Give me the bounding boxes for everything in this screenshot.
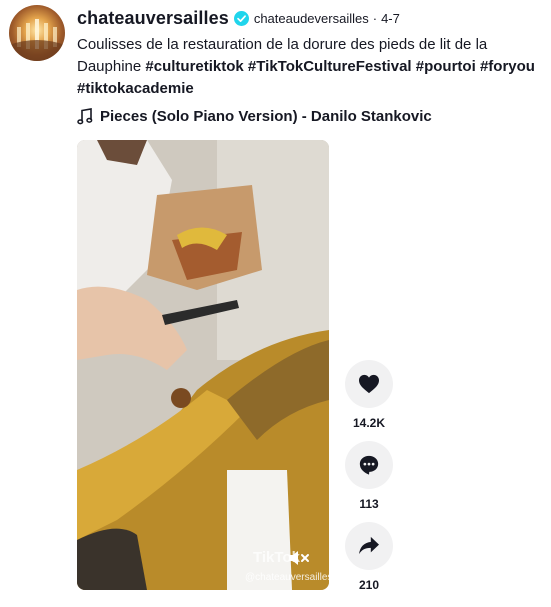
hashtag-link[interactable]: #pourtoi xyxy=(416,58,476,75)
comment-count: 113 xyxy=(359,497,379,511)
music-title: Pieces (Solo Piano Version) - Danilo Sta… xyxy=(100,107,432,125)
hashtag-link[interactable]: #TikTokCultureFestival xyxy=(248,58,412,75)
heart-icon xyxy=(359,374,379,394)
volume-muted-icon[interactable] xyxy=(287,548,311,568)
music-link[interactable]: Pieces (Solo Piano Version) - Danilo Sta… xyxy=(77,106,432,126)
hashtag-link[interactable]: #tiktokacademie xyxy=(77,80,194,97)
verified-badge-icon xyxy=(233,10,249,26)
like-button[interactable] xyxy=(345,360,393,408)
share-button[interactable] xyxy=(345,522,393,570)
like-action: 14.2K xyxy=(344,360,394,430)
post-description: Coulisses de la restauration de la dorur… xyxy=(77,34,539,100)
share-count: 210 xyxy=(358,578,380,592)
share-action: 210 xyxy=(344,522,394,592)
author-username[interactable]: chateauversailles xyxy=(77,8,229,29)
comment-action: 113 xyxy=(344,441,394,511)
post-header: chateauversailles chateaudeversailles · … xyxy=(77,7,539,100)
author-row: chateauversailles chateaudeversailles · … xyxy=(77,7,539,29)
separator-dot: · xyxy=(372,10,378,26)
video-handle: @chateauversailles xyxy=(245,572,329,583)
video-player[interactable]: TikTok @chateauversailles xyxy=(77,140,329,590)
share-icon xyxy=(359,536,379,555)
action-bar: 14.2K 113 210 xyxy=(344,360,394,603)
hashtag-link[interactable]: #culturetiktok xyxy=(145,58,243,75)
video-frame xyxy=(77,140,329,590)
author-nickname[interactable]: chateaudeversailles xyxy=(254,11,369,26)
comment-icon xyxy=(359,455,379,475)
comment-button[interactable] xyxy=(345,441,393,489)
avatar[interactable] xyxy=(9,5,65,61)
post-date: 4-7 xyxy=(381,10,400,26)
music-note-icon xyxy=(77,107,93,124)
like-count: 14.2K xyxy=(352,416,386,430)
hashtag-link[interactable]: #foryou xyxy=(480,58,535,75)
